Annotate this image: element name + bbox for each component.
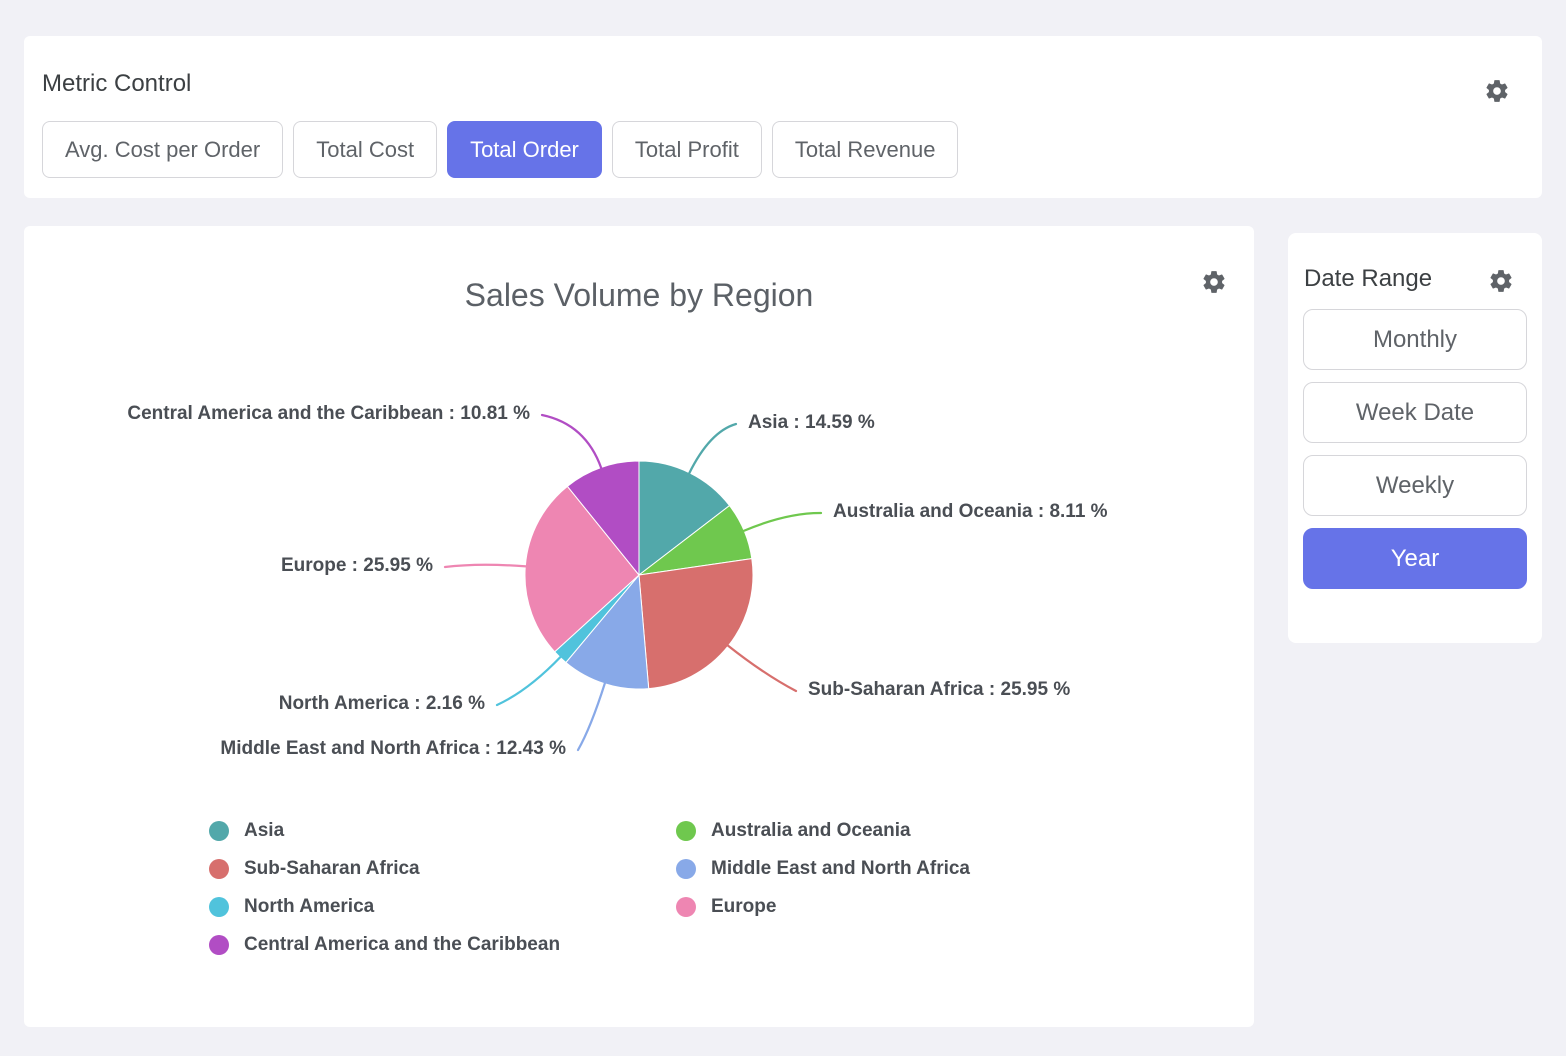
legend-item-sub-saharan-africa[interactable]: Sub-Saharan Africa [209, 850, 676, 888]
range-button-monthly[interactable]: Monthly [1303, 309, 1527, 370]
metric-control-title: Metric Control [42, 70, 191, 98]
legend-item-asia[interactable]: Asia [209, 812, 676, 850]
callout-line-europe [445, 565, 526, 567]
metric-button-total-revenue[interactable]: Total Revenue [772, 121, 959, 178]
range-button-year[interactable]: Year [1303, 528, 1527, 589]
legend-item-central-america-and-the-caribbean[interactable]: Central America and the Caribbean [209, 926, 676, 964]
legend-item-australia-and-oceania[interactable]: Australia and Oceania [676, 812, 970, 850]
callout-line-central-america-and-the-caribbean [542, 415, 601, 469]
legend-dot-icon [676, 897, 696, 917]
date-range-title: Date Range [1304, 265, 1432, 293]
legend-dot-icon [209, 859, 229, 879]
legend-item-europe[interactable]: Europe [676, 888, 970, 926]
legend-label: North America [244, 896, 374, 918]
sales-volume-chart-panel: Sales Volume by Region Asia : 14.59 %Aus… [24, 226, 1254, 1027]
metric-control-panel: Metric Control Avg. Cost per OrderTotal … [24, 36, 1542, 198]
callout-label-sub-saharan-africa: Sub-Saharan Africa : 25.95 % [808, 679, 1070, 700]
date-range-settings-button[interactable] [1488, 268, 1514, 294]
metric-button-group: Avg. Cost per OrderTotal CostTotal Order… [42, 121, 958, 178]
legend-label: Europe [711, 896, 776, 918]
callout-label-central-america-and-the-caribbean: Central America and the Caribbean : 10.8… [127, 403, 530, 424]
legend-dot-icon [209, 821, 229, 841]
metric-button-total-cost[interactable]: Total Cost [293, 121, 437, 178]
legend-label: Asia [244, 820, 284, 842]
legend-dot-icon [209, 897, 229, 917]
metric-button-avg-cost-per-order[interactable]: Avg. Cost per Order [42, 121, 283, 178]
legend-label: Middle East and North Africa [711, 858, 970, 880]
callout-line-australia-and-oceania [743, 513, 821, 531]
metric-button-total-order[interactable]: Total Order [447, 121, 602, 178]
callout-label-north-america: North America : 2.16 % [279, 693, 485, 714]
metric-button-total-profit[interactable]: Total Profit [612, 121, 762, 178]
legend-dot-icon [209, 935, 229, 955]
legend-label: Australia and Oceania [711, 820, 911, 842]
range-button-week-date[interactable]: Week Date [1303, 382, 1527, 443]
metric-control-settings-button[interactable] [1484, 78, 1510, 104]
callout-label-middle-east-and-north-africa: Middle East and North Africa : 12.43 % [220, 738, 566, 759]
callout-label-australia-and-oceania: Australia and Oceania : 8.11 % [833, 501, 1108, 522]
range-button-weekly[interactable]: Weekly [1303, 455, 1527, 516]
callout-line-asia [689, 424, 736, 474]
legend-item-middle-east-and-north-africa[interactable]: Middle East and North Africa [676, 850, 970, 888]
legend-label: Sub-Saharan Africa [244, 858, 420, 880]
pie-slice-sub-saharan-africa[interactable] [639, 559, 753, 689]
legend-dot-icon [676, 821, 696, 841]
callout-label-asia: Asia : 14.59 % [748, 412, 875, 433]
date-range-panel: Date Range Monthly Week Date Weekly Year [1288, 233, 1542, 643]
callout-line-middle-east-and-north-africa [578, 683, 605, 750]
legend-label: Central America and the Caribbean [244, 934, 560, 956]
callout-line-sub-saharan-africa [728, 645, 797, 691]
legend-item-north-america[interactable]: North America [209, 888, 676, 926]
legend-dot-icon [676, 859, 696, 879]
gear-icon [1484, 78, 1510, 104]
gear-icon [1488, 268, 1514, 294]
date-range-button-group: Monthly Week Date Weekly Year [1303, 309, 1527, 601]
callout-line-north-america [497, 657, 561, 705]
chart-legend: Asia Australia and Oceania Sub-Saharan Afr… [209, 812, 970, 964]
callout-label-europe: Europe : 25.95 % [281, 555, 433, 576]
